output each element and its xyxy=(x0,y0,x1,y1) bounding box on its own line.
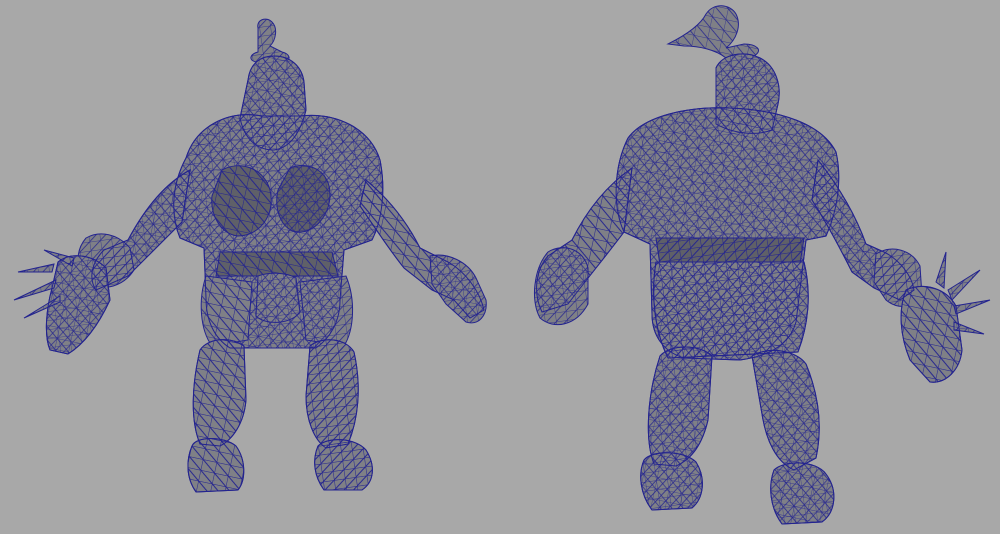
viewport-canvas[interactable] xyxy=(0,0,1000,534)
3d-viewport[interactable] xyxy=(0,0,1000,534)
